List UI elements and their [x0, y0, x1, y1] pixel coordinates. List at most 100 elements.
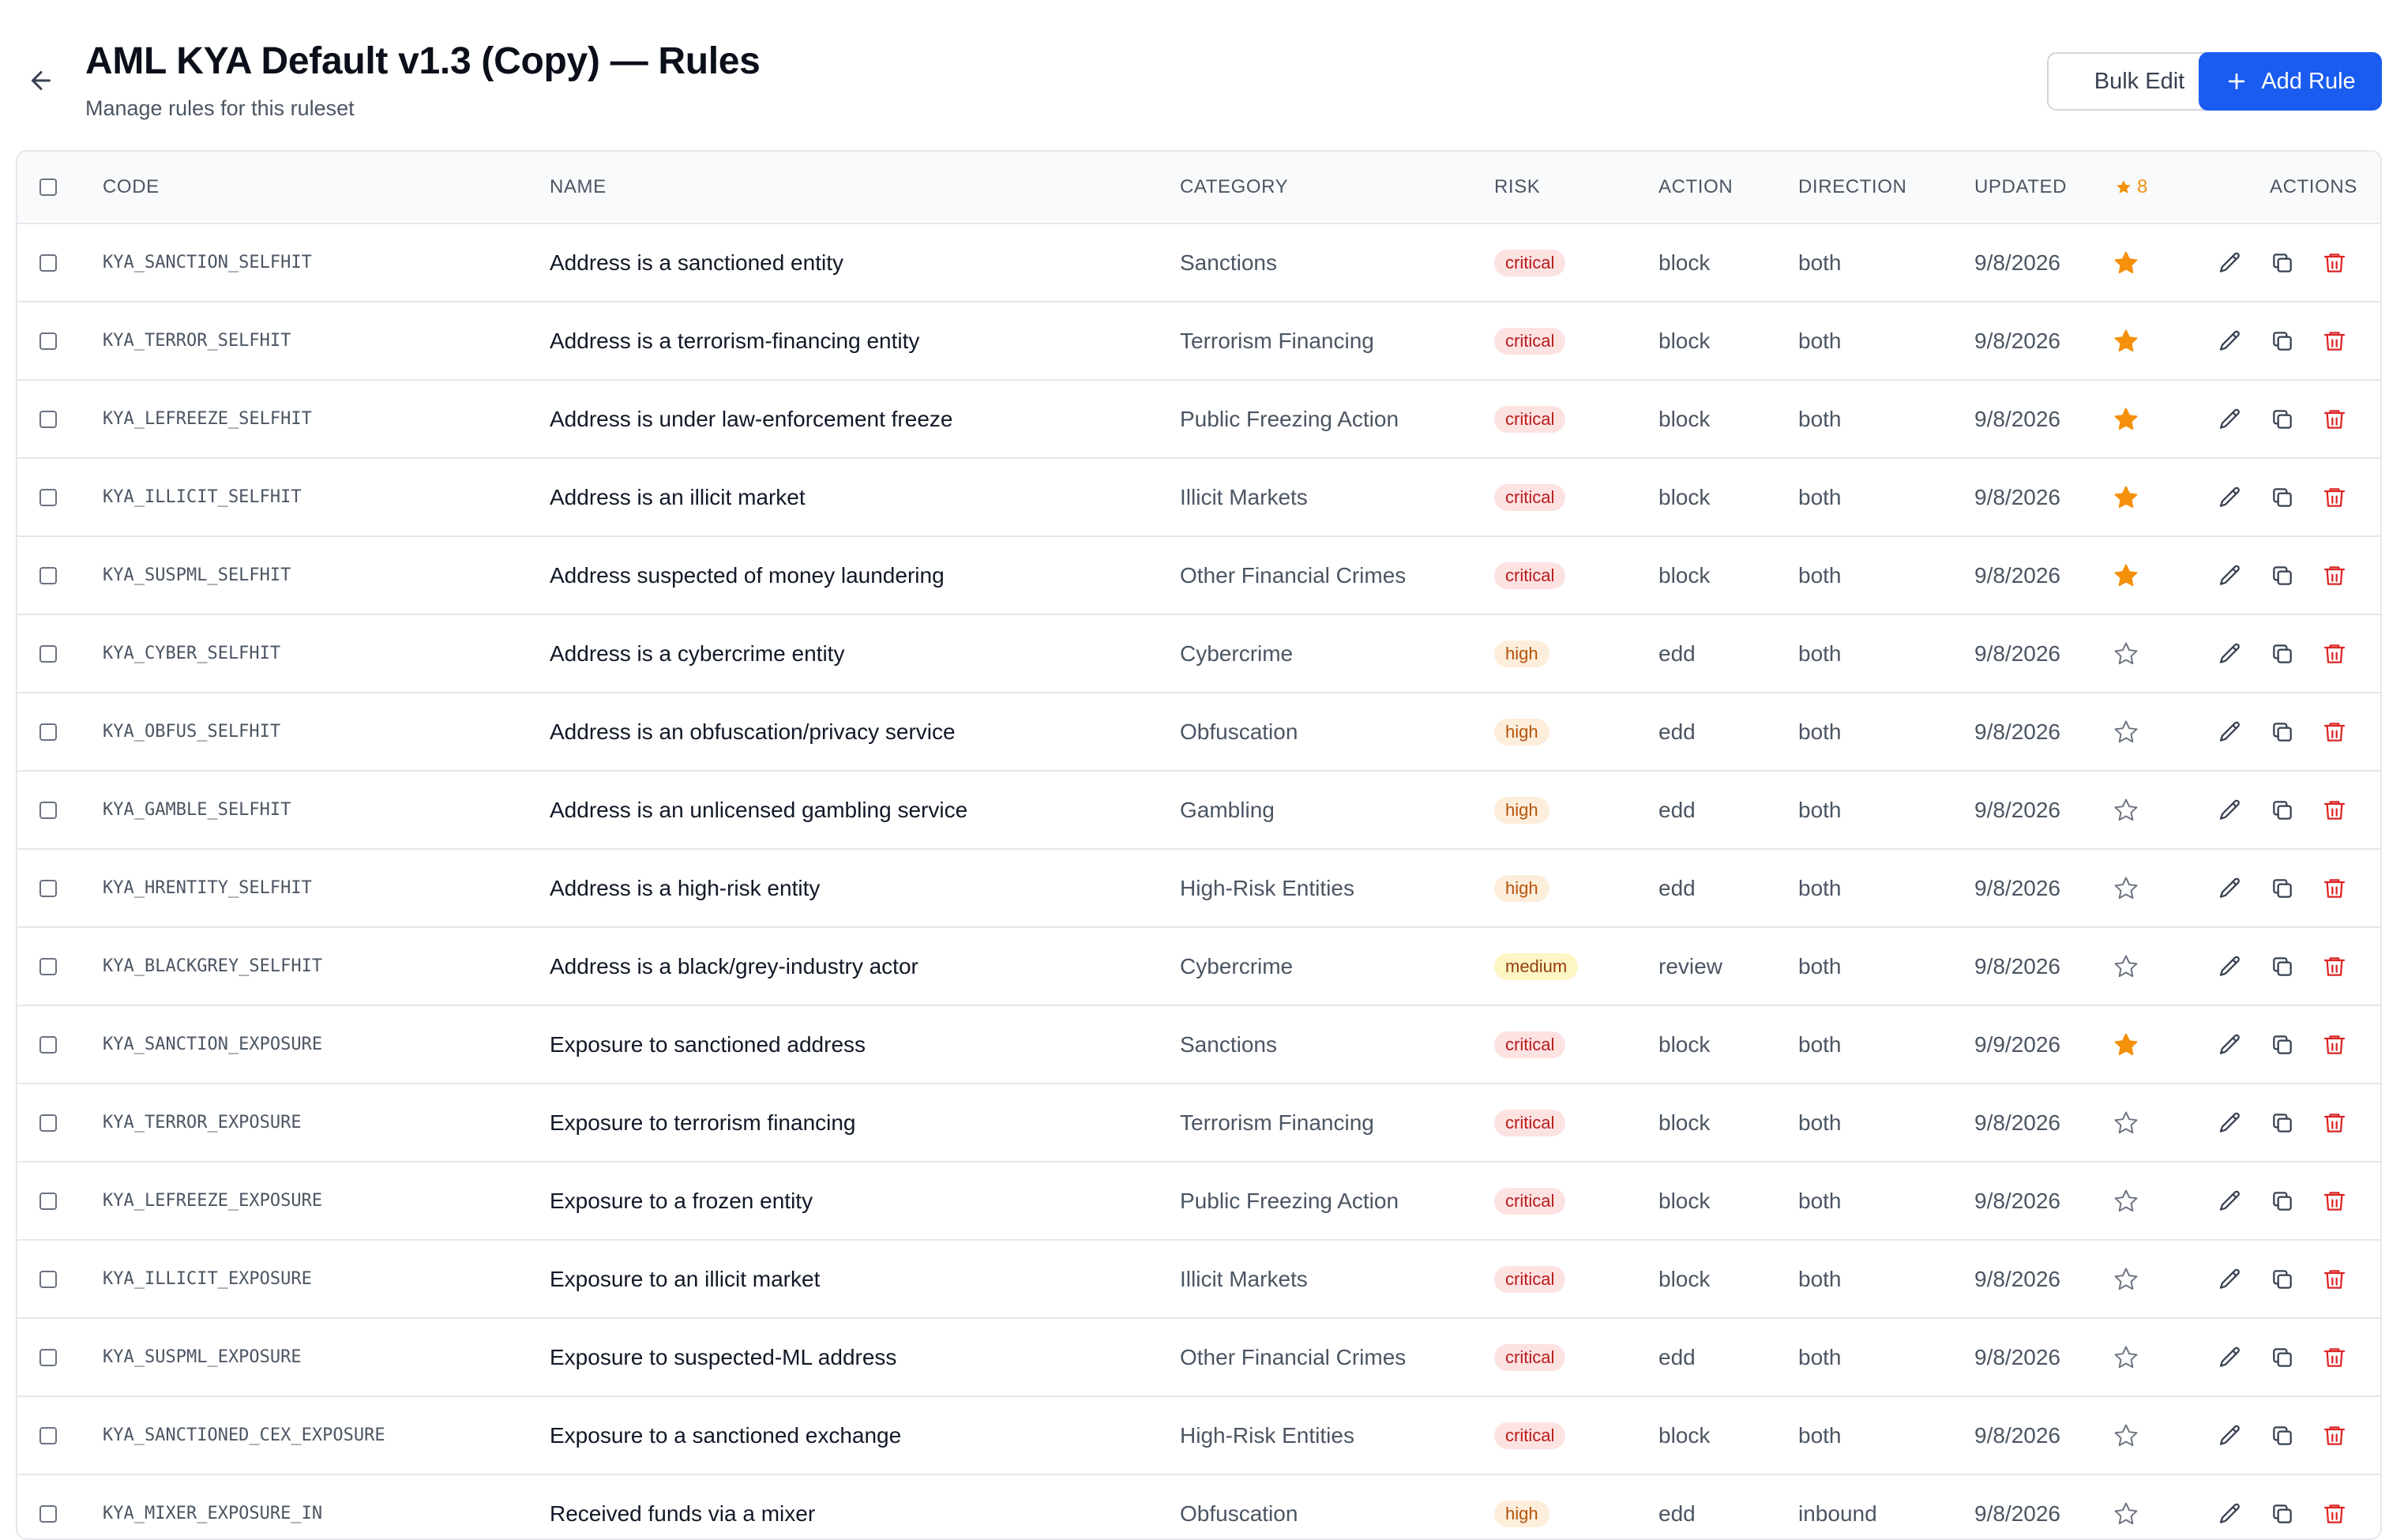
table-row[interactable]: KYA_SANCTION_SELFHIT Address is a sanctio… — [17, 223, 2380, 301]
duplicate-rule-button[interactable] — [2267, 951, 2298, 982]
duplicate-rule-button[interactable] — [2267, 1264, 2298, 1295]
delete-rule-button[interactable] — [2319, 873, 2350, 904]
star-toggle[interactable] — [2110, 1498, 2142, 1530]
table-row[interactable]: KYA_BLACKGREY_SELFHIT Address is a black/… — [17, 926, 2380, 1005]
row-checkbox[interactable] — [39, 1504, 57, 1523]
edit-rule-button[interactable] — [2214, 1107, 2246, 1139]
delete-rule-button[interactable] — [2319, 951, 2350, 982]
row-checkbox[interactable] — [39, 1348, 57, 1366]
table-row[interactable]: KYA_SUSPML_SELFHIT Address suspected of m… — [17, 535, 2380, 614]
delete-rule-button[interactable] — [2319, 716, 2350, 748]
column-header-updated[interactable]: UPDATED — [1974, 152, 2067, 223]
edit-rule-button[interactable] — [2214, 1420, 2246, 1452]
edit-rule-button[interactable] — [2214, 560, 2246, 592]
duplicate-rule-button[interactable] — [2267, 1342, 2298, 1373]
duplicate-rule-button[interactable] — [2267, 404, 2298, 435]
delete-rule-button[interactable] — [2319, 1420, 2350, 1452]
delete-rule-button[interactable] — [2319, 1342, 2350, 1373]
delete-rule-button[interactable] — [2319, 1264, 2350, 1295]
delete-rule-button[interactable] — [2319, 404, 2350, 435]
column-header-category[interactable]: CATEGORY — [1180, 152, 1288, 223]
table-row[interactable]: KYA_SANCTIONED_CEX_EXPOSURE Exposure to a… — [17, 1395, 2380, 1474]
row-checkbox[interactable] — [39, 332, 57, 350]
star-toggle[interactable] — [2110, 873, 2142, 904]
star-toggle[interactable] — [2110, 482, 2142, 513]
table-row[interactable]: KYA_SUSPML_EXPOSURE Exposure to suspected… — [17, 1317, 2380, 1395]
row-checkbox[interactable] — [39, 1114, 57, 1132]
delete-rule-button[interactable] — [2319, 560, 2350, 592]
star-toggle[interactable] — [2110, 951, 2142, 982]
duplicate-rule-button[interactable] — [2267, 1420, 2298, 1452]
row-checkbox[interactable] — [39, 1270, 57, 1288]
star-toggle[interactable] — [2110, 638, 2142, 670]
duplicate-rule-button[interactable] — [2267, 638, 2298, 670]
duplicate-rule-button[interactable] — [2267, 247, 2298, 279]
column-header-direction[interactable]: DIRECTION — [1798, 152, 1906, 223]
table-row[interactable]: KYA_TERROR_SELFHIT Address is a terrorism… — [17, 301, 2380, 379]
duplicate-rule-button[interactable] — [2267, 482, 2298, 513]
table-row[interactable]: KYA_ILLICIT_EXPOSURE Exposure to an illic… — [17, 1239, 2380, 1317]
column-header-starred[interactable]: 8 — [2115, 152, 2148, 223]
column-header-action[interactable]: ACTION — [1658, 152, 1733, 223]
edit-rule-button[interactable] — [2214, 482, 2246, 513]
star-toggle[interactable] — [2110, 794, 2142, 826]
duplicate-rule-button[interactable] — [2267, 873, 2298, 904]
star-toggle[interactable] — [2110, 247, 2142, 279]
duplicate-rule-button[interactable] — [2267, 1498, 2298, 1530]
table-row[interactable]: KYA_HRENTITY_SELFHIT Address is a high-ri… — [17, 848, 2380, 926]
table-row[interactable]: KYA_ILLICIT_SELFHIT Address is an illicit… — [17, 457, 2380, 535]
edit-rule-button[interactable] — [2214, 794, 2246, 826]
duplicate-rule-button[interactable] — [2267, 794, 2298, 826]
delete-rule-button[interactable] — [2319, 1185, 2350, 1217]
row-checkbox[interactable] — [39, 723, 57, 741]
delete-rule-button[interactable] — [2319, 247, 2350, 279]
edit-rule-button[interactable] — [2214, 325, 2246, 357]
row-checkbox[interactable] — [39, 801, 57, 819]
row-checkbox[interactable] — [39, 1035, 57, 1054]
edit-rule-button[interactable] — [2214, 951, 2246, 982]
row-checkbox[interactable] — [39, 1192, 57, 1210]
star-toggle[interactable] — [2110, 1342, 2142, 1373]
row-checkbox[interactable] — [39, 254, 57, 272]
table-row[interactable]: KYA_TERROR_EXPOSURE Exposure to terrorism… — [17, 1083, 2380, 1161]
column-header-risk[interactable]: RISK — [1494, 152, 1540, 223]
edit-rule-button[interactable] — [2214, 873, 2246, 904]
delete-rule-button[interactable] — [2319, 1107, 2350, 1139]
row-checkbox[interactable] — [39, 1426, 57, 1444]
duplicate-rule-button[interactable] — [2267, 716, 2298, 748]
row-checkbox[interactable] — [39, 957, 57, 975]
row-checkbox[interactable] — [39, 410, 57, 428]
star-toggle[interactable] — [2110, 1029, 2142, 1061]
edit-rule-button[interactable] — [2214, 1264, 2246, 1295]
edit-rule-button[interactable] — [2214, 1498, 2246, 1530]
edit-rule-button[interactable] — [2214, 404, 2246, 435]
star-toggle[interactable] — [2110, 325, 2142, 357]
edit-rule-button[interactable] — [2214, 638, 2246, 670]
column-header-code[interactable]: CODE — [103, 152, 160, 223]
table-row[interactable]: KYA_CYBER_SELFHIT Address is a cybercrime… — [17, 614, 2380, 692]
delete-rule-button[interactable] — [2319, 1498, 2350, 1530]
column-header-name[interactable]: NAME — [550, 152, 607, 223]
duplicate-rule-button[interactable] — [2267, 1029, 2298, 1061]
row-checkbox[interactable] — [39, 566, 57, 584]
row-checkbox[interactable] — [39, 879, 57, 897]
duplicate-rule-button[interactable] — [2267, 560, 2298, 592]
edit-rule-button[interactable] — [2214, 1342, 2246, 1373]
duplicate-rule-button[interactable] — [2267, 1185, 2298, 1217]
star-toggle[interactable] — [2110, 716, 2142, 748]
edit-rule-button[interactable] — [2214, 716, 2246, 748]
duplicate-rule-button[interactable] — [2267, 1107, 2298, 1139]
table-row[interactable]: KYA_MIXER_EXPOSURE_IN Received funds via … — [17, 1474, 2380, 1538]
star-toggle[interactable] — [2110, 1420, 2142, 1452]
back-button[interactable] — [21, 60, 62, 101]
star-toggle[interactable] — [2110, 1185, 2142, 1217]
select-all-checkbox[interactable] — [39, 178, 57, 196]
duplicate-rule-button[interactable] — [2267, 325, 2298, 357]
star-toggle[interactable] — [2110, 560, 2142, 592]
edit-rule-button[interactable] — [2214, 247, 2246, 279]
table-row[interactable]: KYA_LEFREEZE_EXPOSURE Exposure to a froze… — [17, 1161, 2380, 1239]
delete-rule-button[interactable] — [2319, 794, 2350, 826]
delete-rule-button[interactable] — [2319, 1029, 2350, 1061]
star-toggle[interactable] — [2110, 1107, 2142, 1139]
edit-rule-button[interactable] — [2214, 1185, 2246, 1217]
